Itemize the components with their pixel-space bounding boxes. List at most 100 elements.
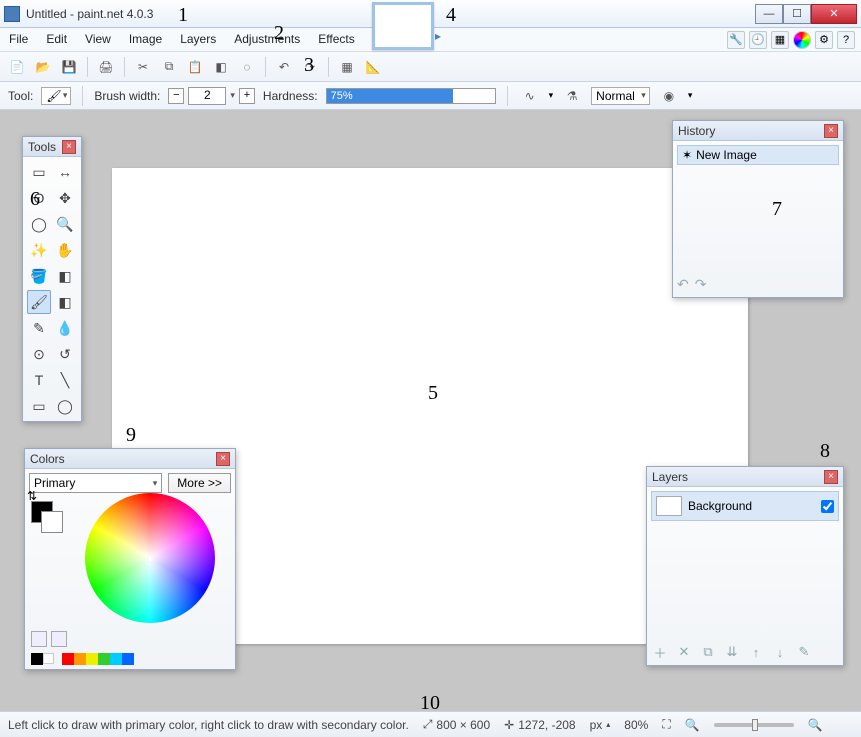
layer-add-icon[interactable]: ＋ — [651, 643, 669, 661]
layer-row[interactable]: Background — [651, 491, 839, 521]
annotation-5: 5 — [428, 382, 438, 405]
tool-move-selection[interactable]: ↔ — [53, 160, 77, 184]
document-thumbnail[interactable]: ▸ — [372, 2, 434, 50]
paste-icon[interactable]: 📋 — [184, 56, 206, 78]
brush-width-decrease[interactable]: − — [168, 88, 184, 104]
zoom-window-icon[interactable]: ⛶ — [662, 717, 670, 732]
annotation-10: 10 — [420, 692, 440, 715]
crop-icon[interactable]: ◧ — [210, 56, 232, 78]
history-redo-icon[interactable]: ↷ — [695, 276, 707, 293]
tools-panel-title: Tools — [28, 140, 56, 154]
tool-selector[interactable]: 🖌 — [41, 87, 71, 105]
tool-zoom[interactable]: 🔍 — [53, 212, 77, 236]
menu-effects[interactable]: Effects — [309, 28, 363, 51]
tool-shapes-rect[interactable]: ▭ — [27, 394, 51, 418]
minimize-button[interactable]: — — [755, 4, 783, 24]
tool-color-picker[interactable]: 💧 — [53, 316, 77, 340]
color-wheel[interactable] — [85, 493, 215, 623]
new-file-icon[interactable]: 📄 — [6, 56, 28, 78]
color-wheel-cursor — [147, 555, 155, 563]
brush-width-value[interactable]: 2 — [188, 87, 226, 105]
undo-icon[interactable]: ↶ — [273, 56, 295, 78]
colors-more-button[interactable]: More >> — [168, 473, 231, 493]
zoom-in-icon[interactable]: 🔍 — [808, 718, 823, 732]
tool-paintbrush[interactable]: 🖌 — [27, 290, 51, 314]
tool-clone-stamp[interactable]: ⊙ — [27, 342, 51, 366]
tool-magic-wand[interactable]: ✨ — [27, 238, 51, 262]
history-panel-close[interactable]: × — [824, 124, 838, 138]
swap-colors-icon[interactable]: ⇅ — [27, 489, 41, 503]
menu-image[interactable]: Image — [120, 28, 171, 51]
annotation-8: 8 — [820, 440, 830, 463]
history-entry[interactable]: ✶ New Image — [677, 145, 839, 165]
save-icon[interactable]: 💾 — [58, 56, 80, 78]
tool-shapes-ellipse[interactable]: ◯ — [53, 394, 77, 418]
status-zoom[interactable]: 80% — [624, 718, 648, 732]
close-button[interactable]: ✕ — [811, 4, 857, 24]
menu-view[interactable]: View — [76, 28, 120, 51]
brush-width-increase[interactable]: + — [239, 88, 255, 104]
layer-thumbnail — [656, 496, 682, 516]
layer-visibility-checkbox[interactable] — [821, 500, 834, 513]
palette-manage-icon[interactable] — [51, 631, 67, 647]
alpha-icon[interactable]: ◉ — [658, 85, 680, 107]
menu-file[interactable]: File — [0, 28, 37, 51]
deselect-icon[interactable]: ◌ — [236, 56, 258, 78]
print-icon[interactable]: 🖨 — [95, 56, 117, 78]
settings-icon[interactable]: ⚙ — [815, 31, 833, 49]
main-toolbar: 📄 📂 💾 🖨 ✂ ⧉ 📋 ◧ ◌ ↶ ↷ ▦ 📐 — [0, 52, 861, 82]
cut-icon[interactable]: ✂ — [132, 56, 154, 78]
menu-edit[interactable]: Edit — [37, 28, 76, 51]
blend-mode-selector[interactable]: Normal — [591, 87, 650, 105]
layer-properties-icon[interactable]: ✎ — [795, 643, 813, 661]
ruler-icon[interactable]: 📐 — [362, 56, 384, 78]
hardness-value: 75% — [327, 89, 453, 103]
layer-down-icon[interactable]: ↓ — [771, 643, 789, 661]
tool-move-pixels[interactable]: ✥ — [53, 186, 77, 210]
layer-delete-icon[interactable]: ✕ — [675, 643, 693, 661]
tool-line[interactable]: ╲ — [53, 368, 77, 392]
colors-window-toggle[interactable] — [793, 31, 811, 49]
zoom-slider[interactable] — [714, 723, 794, 727]
help-icon[interactable]: ? — [837, 31, 855, 49]
tool-recolor[interactable]: ↺ — [53, 342, 77, 366]
layers-window-toggle[interactable]: ▦ — [771, 31, 789, 49]
tool-eraser[interactable]: ◧ — [53, 290, 77, 314]
layer-duplicate-icon[interactable]: ⧉ — [699, 643, 717, 661]
menu-layers[interactable]: Layers — [171, 28, 225, 51]
secondary-color-swatch[interactable] — [41, 511, 63, 533]
colors-panel-close[interactable]: × — [216, 452, 230, 466]
status-units[interactable]: px — [590, 718, 603, 732]
copy-icon[interactable]: ⧉ — [158, 56, 180, 78]
zoom-out-icon[interactable]: 🔍 — [685, 718, 700, 732]
antialias-icon[interactable]: ∿ — [519, 85, 541, 107]
status-cursor-pos: 1272, -208 — [518, 718, 575, 732]
palette-add-icon[interactable] — [31, 631, 47, 647]
color-which-selector[interactable]: Primary — [29, 473, 162, 493]
tools-window-toggle[interactable]: 🔧 — [727, 31, 745, 49]
blend-icon[interactable]: ⚗ — [561, 85, 583, 107]
color-palette[interactable] — [31, 653, 134, 665]
layers-panel-close[interactable]: × — [824, 470, 838, 484]
tools-panel-close[interactable]: × — [62, 140, 76, 154]
tool-text[interactable]: T — [27, 368, 51, 392]
app-icon — [4, 6, 20, 22]
image-list-dropdown[interactable]: ▸ — [435, 29, 449, 43]
open-file-icon[interactable]: 📂 — [32, 56, 54, 78]
tool-pencil[interactable]: ✎ — [27, 316, 51, 340]
history-panel-title: History — [678, 124, 715, 138]
layer-merge-icon[interactable]: ⇊ — [723, 643, 741, 661]
annotation-7: 7 — [772, 198, 782, 221]
history-window-toggle[interactable]: 🕘 — [749, 31, 767, 49]
tool-ellipse-select[interactable]: ◯ — [27, 212, 51, 236]
tool-pan[interactable]: ✋ — [53, 238, 77, 262]
tool-paint-bucket[interactable]: 🪣 — [27, 264, 51, 288]
tool-gradient[interactable]: ◧ — [53, 264, 77, 288]
hardness-slider[interactable]: 75% — [326, 88, 496, 104]
history-undo-icon[interactable]: ↶ — [677, 276, 689, 293]
menu-adjustments[interactable]: Adjustments — [225, 28, 309, 51]
maximize-button[interactable]: ☐ — [783, 4, 811, 24]
tool-rect-select[interactable]: ▭ — [27, 160, 51, 184]
layer-up-icon[interactable]: ↑ — [747, 643, 765, 661]
grid-icon[interactable]: ▦ — [336, 56, 358, 78]
